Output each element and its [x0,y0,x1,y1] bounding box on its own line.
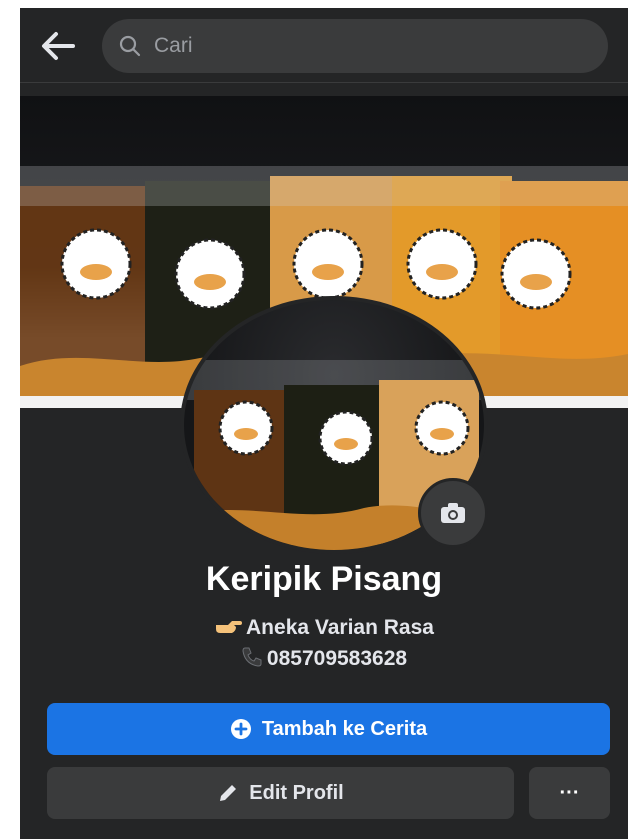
plus-circle-icon [230,719,251,739]
arrow-left-icon [42,32,75,60]
change-photo-button[interactable] [418,478,488,548]
edit-profile-label: Edit Profil [249,781,344,804]
top-bar [20,8,628,83]
search-icon [119,35,141,57]
profile-name: Keripik Pisang [205,560,443,598]
bio-line-1: Aneka Varian Rasa [20,616,628,643]
bio-line-2-text: 085709583628 [266,647,408,670]
add-to-story-button[interactable]: Tambah ke Cerita [47,703,610,755]
edit-profile-button[interactable]: Edit Profil [47,767,514,819]
back-button[interactable] [38,26,78,66]
bio-line-2: 085709583628 [20,646,628,674]
camera-icon [441,503,465,523]
more-options-button[interactable]: ··· [529,767,610,819]
search-bar[interactable] [102,19,608,73]
profile-screen: Keripik Pisang Aneka Varian Rasa 0857095… [20,8,628,839]
add-to-story-label: Tambah ke Cerita [261,717,428,740]
phone-icon [241,646,263,674]
pencil-icon [220,785,237,801]
more-icon: ··· [559,781,580,804]
search-input[interactable] [152,25,608,67]
bio-line-1-text: Aneka Varian Rasa [246,616,434,639]
pointing-hand-icon [214,617,243,643]
